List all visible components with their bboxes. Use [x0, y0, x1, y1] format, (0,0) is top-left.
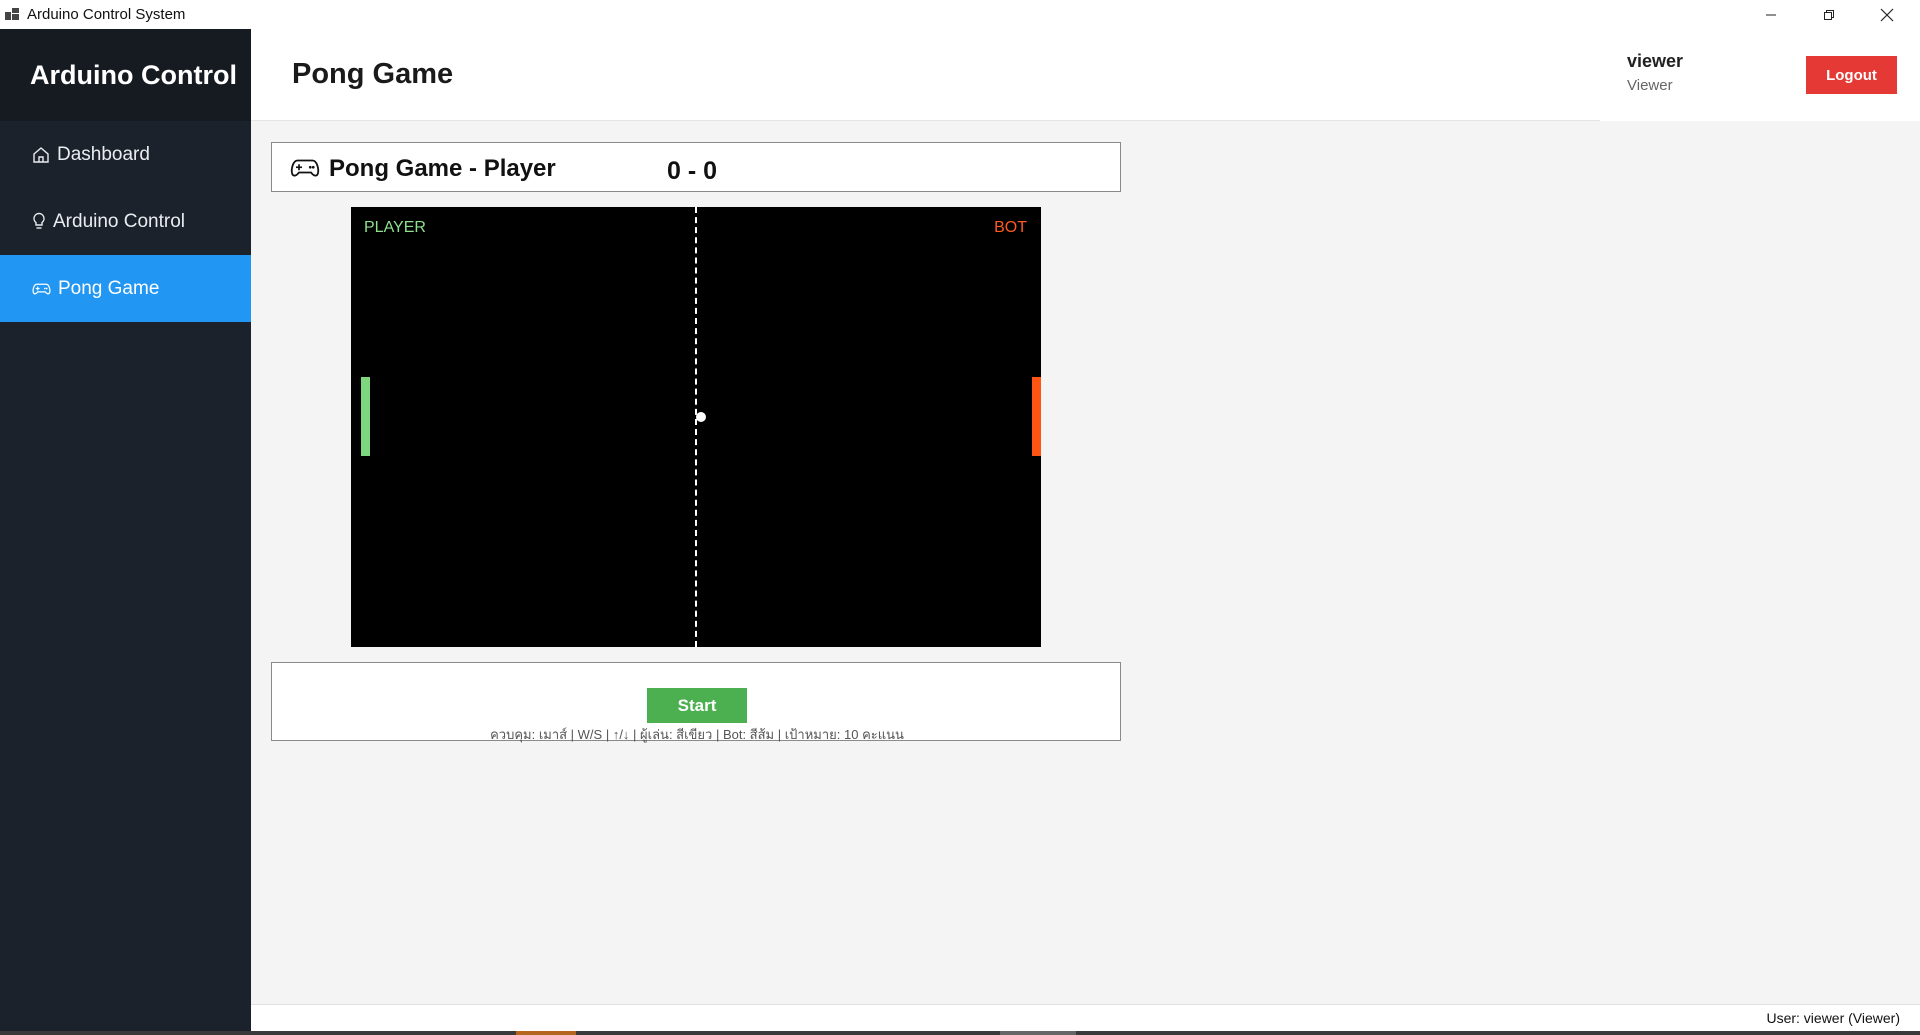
restore-button[interactable] [1800, 0, 1858, 29]
user-role: Viewer [1627, 77, 1673, 94]
gamepad-icon [32, 283, 51, 294]
sidebar: Arduino Control Dashboard Arduino Contro… [0, 29, 251, 1031]
center-net [695, 207, 697, 647]
player-paddle[interactable] [361, 377, 370, 456]
status-bar: User: viewer (Viewer) [251, 1004, 1920, 1031]
game-controls: Start ควบคุม: เมาส์ | W/S | ↑/↓ | ผู้เล่… [271, 662, 1121, 742]
sidebar-brand: Arduino Control [0, 29, 251, 121]
page-header: Pong Game [251, 29, 1600, 121]
close-icon [1880, 8, 1894, 21]
minimize-button[interactable] [1742, 0, 1800, 29]
bot-paddle [1032, 377, 1041, 456]
player-label: PLAYER [364, 219, 426, 236]
user-name: viewer [1627, 51, 1684, 71]
sidebar-item-pong-game[interactable]: Pong Game [0, 255, 251, 322]
sidebar-item-label: Dashboard [57, 143, 150, 165]
close-button[interactable] [1858, 0, 1916, 29]
lightbulb-icon [33, 212, 45, 229]
home-icon [33, 146, 49, 163]
window-title: Arduino Control System [27, 6, 186, 23]
restore-icon [1824, 9, 1834, 20]
taskbar-strip [0, 1031, 1920, 1035]
sidebar-item-label: Pong Game [58, 277, 160, 299]
sidebar-item-arduino-control[interactable]: Arduino Control [0, 188, 251, 255]
game-title: Pong Game - Player [329, 155, 556, 182]
controls-hint: ควบคุม: เมาส์ | W/S | ↑/↓ | ผู้เล่น: สีเ… [490, 727, 904, 742]
bot-label: BOT [994, 219, 1027, 236]
score-panel: Pong Game - Player 0 - 0 [271, 142, 1121, 192]
app-icon [5, 8, 19, 20]
status-text: User: viewer (Viewer) [1766, 1010, 1900, 1026]
start-button[interactable]: Start [647, 688, 747, 723]
minimize-icon [1766, 14, 1776, 15]
sidebar-item-dashboard[interactable]: Dashboard [0, 121, 251, 188]
sidebar-item-label: Arduino Control [53, 210, 186, 232]
ball [696, 412, 706, 422]
pong-canvas[interactable]: PLAYER BOT [351, 207, 1041, 647]
page-title: Pong Game [292, 58, 454, 90]
gamepad-icon [290, 159, 320, 177]
user-panel: viewer Viewer Logout [1600, 29, 1920, 121]
score-display: 0 - 0 [667, 157, 718, 185]
window-titlebar: Arduino Control System [0, 0, 1920, 29]
logout-button[interactable]: Logout [1806, 56, 1897, 94]
